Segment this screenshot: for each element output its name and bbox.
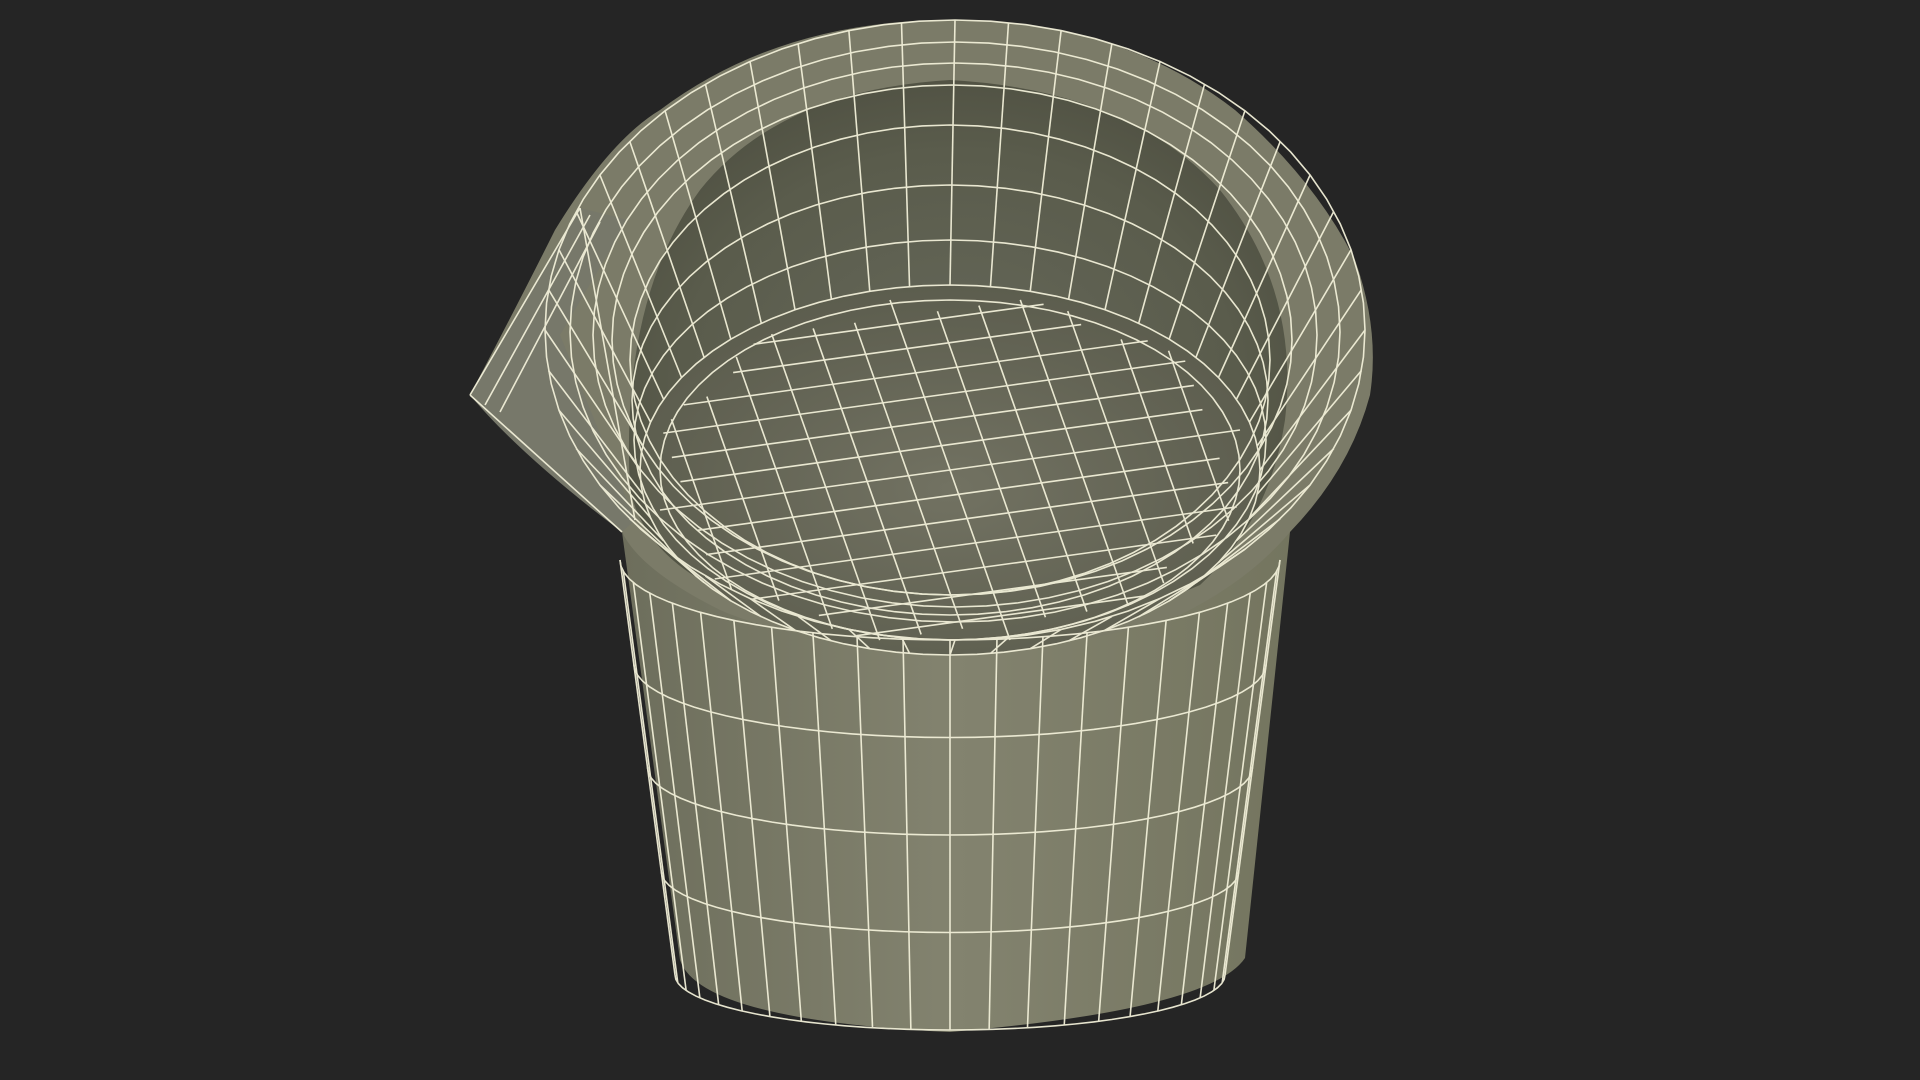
render-viewport (469, 19, 1373, 1032)
